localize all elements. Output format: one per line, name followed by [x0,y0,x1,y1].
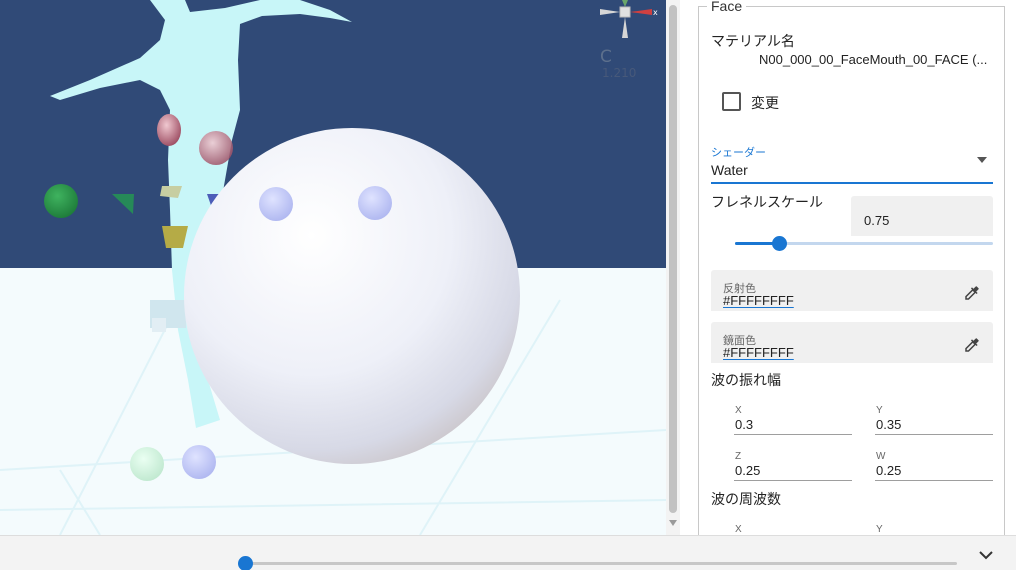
axis-y-label: Y [876,405,883,416]
gizmo-camera-label: C [600,47,612,67]
properties-panel: Face マテリアル名 N00_000_00_FaceMouth_00_FACE… [680,0,1016,535]
app-window: C 1.210 x Face マテリアル名 N00_000_00_FaceMou… [0,0,1016,570]
timeline-slider-track[interactable] [245,562,957,565]
axis-x-label: X [735,405,742,416]
gizmo-value-label: 1.210 [602,66,637,80]
fresnel-scale-input[interactable]: 0.75 [851,196,993,236]
3d-viewport[interactable]: C 1.210 x [0,0,666,535]
timeline-slider-thumb[interactable] [238,556,253,570]
axis-y-label: Y [876,524,883,535]
specular-color-field[interactable]: 鏡面色 #FFFFFFFF [711,322,993,363]
scroll-down-arrow-icon[interactable] [669,520,677,526]
material-name-value: N00_000_00_FaceMouth_00_FACE (... [759,52,988,67]
eyedropper-icon[interactable] [963,336,981,354]
wave-amplitude-x-value: 0.3 [735,417,754,432]
axis-w-label: W [876,451,886,462]
gizmo-x-axis-label: x [653,8,658,17]
chevron-down-icon[interactable] [978,549,994,561]
axis-x-label: X [735,524,742,535]
wave-frequency-x-input[interactable]: X [734,524,852,535]
wave-amplitude-w-value: 0.25 [876,463,902,478]
fresnel-scale-label: フレネルスケール [711,194,823,210]
dropdown-caret-icon [977,157,987,163]
scene-render [0,0,666,535]
wave-frequency-y-input[interactable]: Y [875,524,993,535]
wave-amplitude-label: 波の振れ幅 [711,372,781,388]
specular-color-value: #FFFFFFFF [723,345,794,360]
fresnel-scale-value: 0.75 [864,213,890,228]
fresnel-slider-thumb[interactable] [771,236,787,251]
eyedropper-icon[interactable] [963,284,981,302]
shader-select-label: シェーダー [711,147,766,159]
wave-amplitude-y-input[interactable]: Y 0.35 [875,405,993,435]
reflection-color-field[interactable]: 反射色 #FFFFFFFF [711,270,993,311]
wave-amplitude-x-input[interactable]: X 0.3 [734,405,852,435]
bottom-timeline-bar [0,535,1016,570]
material-name-label: マテリアル名 [711,33,795,49]
wave-frequency-label: 波の周波数 [711,491,781,507]
shader-select-value: Water [711,162,748,178]
wave-amplitude-w-input[interactable]: W 0.25 [875,451,993,481]
change-checkbox-label: 変更 [751,95,779,111]
axis-z-label: Z [735,451,742,462]
section-title: Face [707,0,747,14]
reflection-color-value: #FFFFFFFF [723,293,794,308]
wave-amplitude-y-value: 0.35 [876,417,902,432]
viewport-scrollbar[interactable] [666,0,680,535]
scrollbar-thumb[interactable] [669,5,677,513]
change-checkbox[interactable] [722,92,741,111]
wave-amplitude-z-input[interactable]: Z 0.25 [734,451,852,481]
shader-select[interactable]: シェーダー Water [711,143,993,184]
wave-amplitude-z-value: 0.25 [735,463,761,478]
